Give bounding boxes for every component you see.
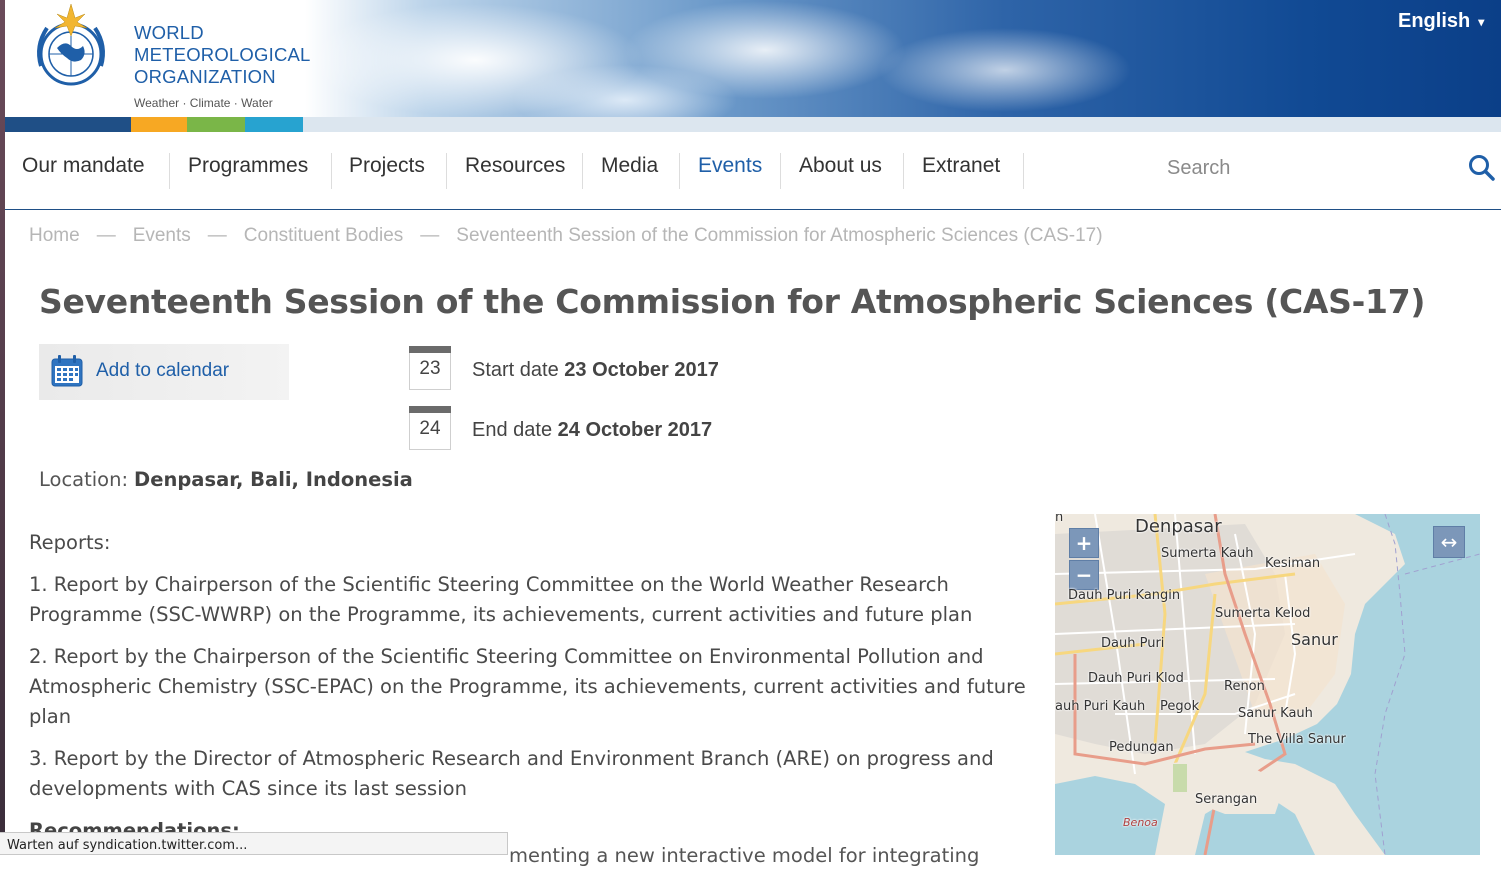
location-value: Denpasar, Bali, Indonesia <box>134 468 413 491</box>
reports-heading: Reports: <box>29 528 1029 558</box>
expand-map-button[interactable]: ↔ <box>1433 526 1465 558</box>
map-label: Dauh Puri Klod <box>1088 671 1184 686</box>
date-tile-header <box>409 406 451 413</box>
end-date-value: 24 October 2017 <box>557 419 713 441</box>
map-label: Kesiman <box>1265 556 1321 571</box>
language-label: English <box>1398 10 1471 32</box>
map-label: Sanur Kauh <box>1238 706 1313 721</box>
main-navigation: Our mandate Programmes Projects Resource… <box>5 132 1501 210</box>
start-date-value: 23 October 2017 <box>564 359 719 381</box>
nav-divider <box>1023 153 1024 189</box>
nav-divider <box>679 153 680 189</box>
start-day: 23 <box>419 358 441 379</box>
search-input[interactable] <box>1165 152 1459 184</box>
stripe-segment <box>131 117 187 132</box>
map-label: auh Puri Kauh <box>1055 699 1146 714</box>
language-selector[interactable]: English ▾ <box>1398 10 1484 33</box>
nav-item-about-us[interactable]: About us <box>799 152 882 189</box>
stripe-segment <box>245 117 303 132</box>
zoom-out-button[interactable]: − <box>1069 560 1099 590</box>
breadcrumb-events[interactable]: Events <box>133 225 191 246</box>
nav-divider <box>446 153 447 189</box>
stripe-segment <box>5 117 131 132</box>
stripe-segment <box>187 117 245 132</box>
org-name-line1: WORLD <box>134 22 204 43</box>
nav-item-resources[interactable]: Resources <box>465 152 565 189</box>
breadcrumb-separator: — <box>96 225 116 246</box>
color-stripe <box>5 117 1501 132</box>
nav-item-projects[interactable]: Projects <box>349 152 425 189</box>
date-tile-header <box>409 346 451 353</box>
breadcrumb-current: Seventeenth Session of the Commission fo… <box>456 225 1103 246</box>
end-date-tile: 24 <box>409 406 451 450</box>
start-date-label: Start date <box>472 359 559 381</box>
breadcrumb-separator: — <box>420 225 440 246</box>
map-label: Benoa <box>1123 816 1158 829</box>
calendar-icon <box>51 355 83 387</box>
breadcrumb-constituent-bodies[interactable]: Constituent Bodies <box>244 225 404 246</box>
report-item: 2. Report by the Chairperson of the Scie… <box>29 645 1026 728</box>
start-date-tile: 23 <box>409 346 451 390</box>
nav-item-media[interactable]: Media <box>601 152 658 189</box>
map-label: Pegok <box>1160 699 1200 714</box>
org-name: WORLD METEOROLOGICAL ORGANIZATION <box>134 22 311 88</box>
breadcrumb-home[interactable]: Home <box>29 225 80 246</box>
nav-divider <box>169 153 170 189</box>
reports-heading-text: Reports <box>29 531 104 554</box>
end-day: 24 <box>419 418 441 439</box>
site-header: WORLD METEOROLOGICAL ORGANIZATION Weathe… <box>5 0 1501 132</box>
nav-divider <box>331 153 332 189</box>
map-label: Denpasar <box>1135 516 1222 537</box>
page-title: Seventeenth Session of the Commission fo… <box>39 282 1426 321</box>
add-to-calendar-button[interactable]: Add to calendar <box>39 344 289 400</box>
logo-block[interactable]: WORLD METEOROLOGICAL ORGANIZATION Weathe… <box>5 0 310 117</box>
map-label: Pedungan <box>1109 740 1174 755</box>
event-content: Reports: 1. Report by Chairperson of the… <box>29 528 1029 867</box>
wmo-emblem-icon <box>37 4 105 86</box>
map-label: Renon <box>1224 679 1265 694</box>
map-label: Dauh Puri Kangin <box>1068 588 1181 603</box>
recommendation-text: menting a new interactive model for inte… <box>509 844 980 867</box>
breadcrumb: Home — Events — Constituent Bodies — Seventeen… <box>29 225 1103 247</box>
org-tagline: Weather · Climate · Water <box>134 96 273 110</box>
nav-divider <box>903 153 904 189</box>
browser-status-bar: Warten auf syndication.twitter.com... <box>0 832 508 855</box>
breadcrumb-separator: — <box>207 225 227 246</box>
location-map[interactable]: + − ↔ Denpasar Sumerta Kauh Kesiman Dauh… <box>1055 514 1480 855</box>
org-name-line3: ORGANIZATION <box>134 66 276 87</box>
map-label: Serangan <box>1195 792 1258 807</box>
report-item: 3. Report by the Director of Atmospheric… <box>29 747 994 800</box>
nav-item-events[interactable]: Events <box>698 152 762 189</box>
nav-item-our-mandate[interactable]: Our mandate <box>22 152 145 189</box>
nav-divider <box>582 153 583 189</box>
nav-item-extranet[interactable]: Extranet <box>922 152 1000 189</box>
zoom-in-button[interactable]: + <box>1069 528 1099 558</box>
end-date-label: End date <box>472 419 553 441</box>
add-to-calendar-label: Add to calendar <box>96 360 230 381</box>
end-date: End date 24 October 2017 <box>472 419 712 442</box>
chevron-down-icon: ▾ <box>1478 14 1485 29</box>
map-label: Sanur <box>1291 630 1338 649</box>
search-icon[interactable] <box>1468 154 1496 182</box>
org-name-line2: METEOROLOGICAL <box>134 44 311 65</box>
map-label: Dauh Puri <box>1101 636 1165 651</box>
start-date: Start date 23 October 2017 <box>472 359 719 382</box>
nav-divider <box>780 153 781 189</box>
map-label: n <box>1055 514 1064 525</box>
map-label: Sumerta Kauh <box>1161 546 1254 561</box>
reports-heading-colon: : <box>103 531 111 554</box>
map-label: Sumerta Kelod <box>1215 606 1311 621</box>
event-location: Location: Denpasar, Bali, Indonesia <box>39 468 413 491</box>
map-label: The Villa Sanur <box>1248 732 1346 747</box>
location-label: Location: <box>39 468 129 491</box>
report-item: 1. Report by Chairperson of the Scientif… <box>29 573 973 626</box>
nav-item-programmes[interactable]: Programmes <box>188 152 308 189</box>
